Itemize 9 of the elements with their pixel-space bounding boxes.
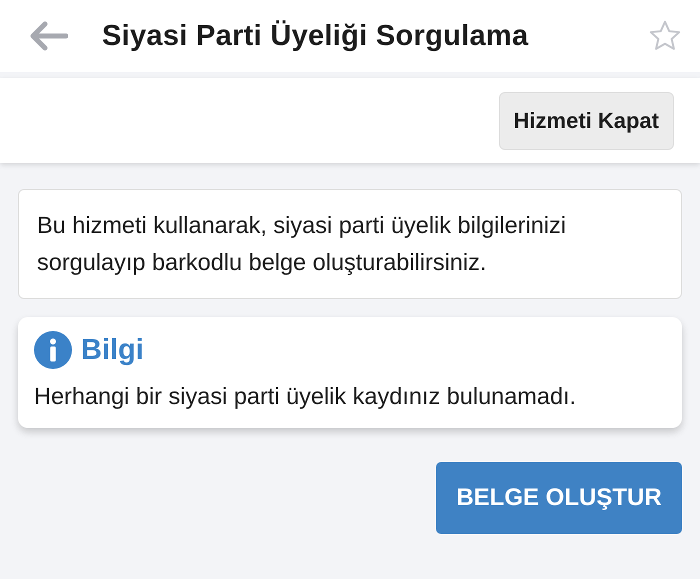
info-icon bbox=[34, 331, 72, 369]
back-arrow-icon[interactable] bbox=[28, 21, 68, 51]
star-icon[interactable] bbox=[648, 19, 682, 53]
create-document-button[interactable]: BELGE OLUŞTUR bbox=[436, 462, 682, 534]
notice-message: Herhangi bir siyasi parti üyelik kaydınız bulunamadı. bbox=[34, 383, 578, 410]
close-service-button[interactable]: Hizmeti Kapat bbox=[498, 92, 674, 150]
page-title: Siyasi Parti Üyeliği Sorgulama bbox=[102, 20, 530, 52]
notice-title: Bilgi bbox=[81, 334, 144, 366]
description-card: Bu hizmeti kullanarak, siyasi parti üyelik bilgilerinizi sorgulayıp barkodlu belge oluşturabilirsiniz. bbox=[18, 189, 682, 299]
